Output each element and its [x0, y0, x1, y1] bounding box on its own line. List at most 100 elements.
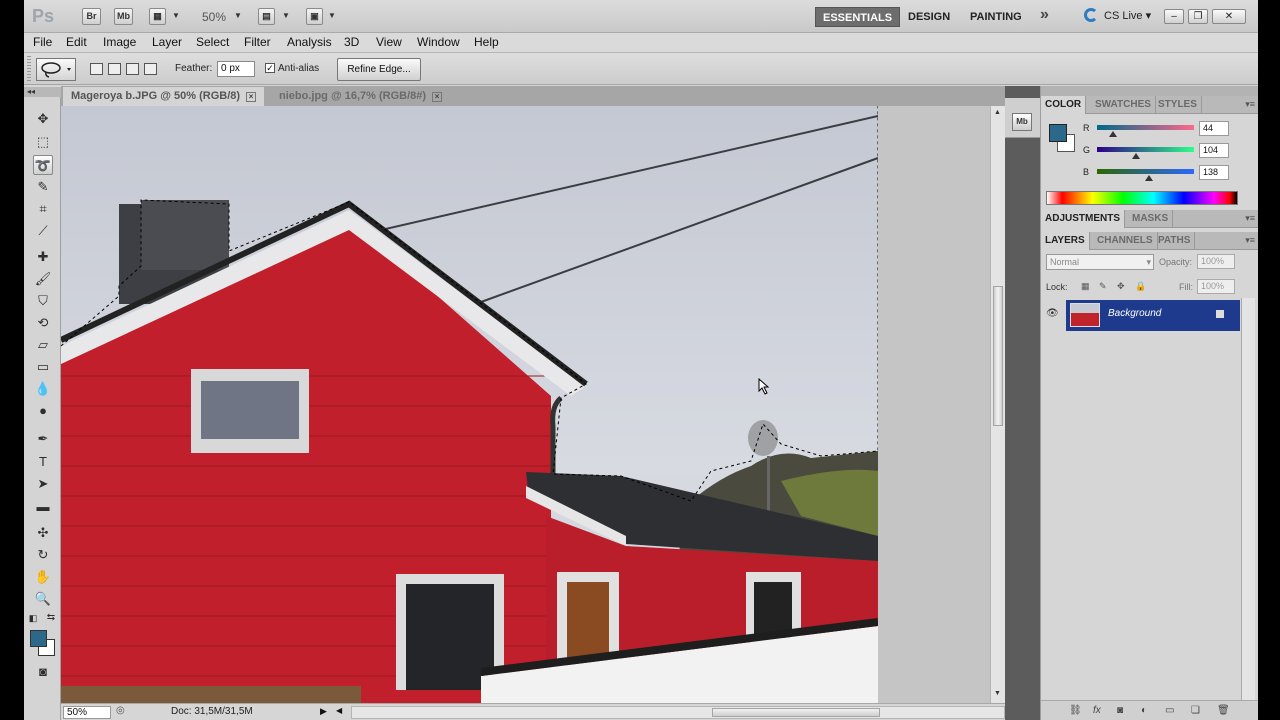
lasso-tool-icon[interactable]: ➰	[33, 155, 53, 175]
quick-selection-tool-icon[interactable]: ✎	[33, 177, 53, 197]
lock-transparency-icon[interactable]: ▦	[1081, 281, 1090, 292]
mini-bridge-panel-icon[interactable]: Mb	[1012, 113, 1032, 131]
add-mask-icon[interactable]: ◙	[1117, 705, 1123, 716]
menu-view[interactable]: View	[376, 35, 402, 49]
minimize-button[interactable]: –	[1164, 9, 1184, 24]
3d-rotate-tool-icon[interactable]: ✣	[33, 523, 53, 543]
green-value[interactable]: 104	[1199, 143, 1229, 158]
visibility-eye-icon[interactable]: 👁	[1046, 308, 1059, 319]
bridge-button[interactable]: Br	[82, 8, 101, 25]
menu-help[interactable]: Help	[474, 35, 499, 49]
menu-3d[interactable]: 3D	[344, 35, 359, 49]
lock-all-icon[interactable]: 🔒	[1135, 281, 1146, 292]
red-value[interactable]: 44	[1199, 121, 1229, 136]
mini-bridge-button[interactable]: Mb	[114, 8, 133, 25]
blue-slider[interactable]	[1097, 169, 1194, 174]
dodge-tool-icon[interactable]: ●	[33, 401, 53, 421]
blue-slider-knob[interactable]	[1145, 175, 1153, 181]
intersect-selection-icon[interactable]	[144, 63, 157, 75]
layer-row-background[interactable]: Background	[1066, 300, 1240, 331]
fill-field[interactable]: 100%	[1197, 279, 1235, 294]
3d-orbit-tool-icon[interactable]: ↻	[33, 545, 53, 565]
marquee-tool-icon[interactable]: ⬚	[33, 132, 53, 152]
vertical-scroll-thumb[interactable]	[993, 286, 1003, 426]
color-foreground-swatch[interactable]	[1049, 124, 1067, 142]
dock-header[interactable]	[1041, 86, 1258, 96]
clone-stamp-tool-icon[interactable]: ⛉	[33, 291, 53, 311]
lock-pixels-icon[interactable]: ✎	[1099, 281, 1107, 292]
link-layers-icon[interactable]: ⛓	[1069, 705, 1082, 716]
green-slider[interactable]	[1097, 147, 1194, 152]
brush-tool-icon[interactable]: 🖌	[33, 269, 53, 289]
eyedropper-tool-icon[interactable]: ⟋	[33, 221, 53, 241]
antialias-checkbox[interactable]: ✓	[265, 63, 275, 73]
green-slider-knob[interactable]	[1132, 153, 1140, 159]
add-to-selection-icon[interactable]	[108, 63, 121, 75]
panel-menu-icon[interactable]: ▾≡	[1245, 235, 1255, 246]
tab-adjustments[interactable]: ADJUSTMENTS	[1041, 210, 1126, 228]
status-menu-arrow-icon[interactable]: ▶	[320, 706, 327, 717]
horizontal-scrollbar[interactable]	[351, 706, 1005, 719]
scroll-left-icon[interactable]: ◀	[336, 706, 342, 715]
subtract-from-selection-icon[interactable]	[126, 63, 139, 75]
opacity-field[interactable]: 100%	[1197, 254, 1235, 269]
canvas-area[interactable]	[61, 106, 990, 703]
cs-live-menu[interactable]: CS Live ▾	[1104, 9, 1151, 22]
view-extras-icon[interactable]: ▦	[149, 8, 166, 25]
hand-tool-icon[interactable]: ✋	[33, 567, 53, 587]
crop-tool-icon[interactable]: ⌗	[33, 199, 53, 219]
menu-layer[interactable]: Layer	[152, 35, 182, 49]
panel-menu-icon[interactable]: ▾≡	[1245, 99, 1255, 110]
tab-niebo[interactable]: niebo.jpg @ 16,7% (RGB/8#) ×	[271, 87, 450, 106]
scroll-down-icon[interactable]: ▼	[994, 690, 1001, 697]
chevron-down-icon[interactable]: ▼	[328, 11, 336, 20]
vertical-scrollbar[interactable]: ▲ ▼	[990, 106, 1005, 703]
tab-masks[interactable]: MASKS	[1128, 210, 1174, 228]
move-tool-icon[interactable]: ✥	[33, 109, 53, 129]
close-tab-icon[interactable]: ×	[432, 92, 443, 102]
new-layer-icon[interactable]: ❏	[1191, 705, 1200, 716]
red-slider-knob[interactable]	[1109, 131, 1117, 137]
feather-input[interactable]: 0 px	[217, 61, 255, 77]
tab-mageroya[interactable]: Mageroya b.JPG @ 50% (RGB/8) ×	[63, 87, 265, 106]
default-colors-icon[interactable]: ◧	[26, 611, 40, 625]
options-bar-grip[interactable]	[27, 56, 31, 82]
tab-swatches[interactable]: SWATCHES	[1091, 96, 1156, 114]
type-tool-icon[interactable]: T	[33, 452, 53, 472]
tool-preset-picker[interactable]	[36, 58, 76, 81]
toolbox-header[interactable]: ◂◂	[24, 87, 61, 97]
chevron-down-icon[interactable]: ▼	[234, 11, 242, 20]
arrange-documents-icon[interactable]: ▤	[258, 8, 275, 25]
layer-style-icon[interactable]: fx	[1093, 705, 1101, 716]
menu-window[interactable]: Window	[417, 35, 460, 49]
path-selection-tool-icon[interactable]: ➤	[33, 474, 53, 494]
tab-layers[interactable]: LAYERS	[1041, 232, 1090, 250]
menu-select[interactable]: Select	[196, 35, 229, 49]
quick-mask-icon[interactable]: ◙	[33, 662, 53, 682]
color-spectrum-bar[interactable]	[1046, 191, 1238, 205]
restore-button[interactable]: ❐	[1188, 9, 1208, 24]
screen-mode-icon[interactable]: ▣	[306, 8, 323, 25]
swap-colors-icon[interactable]: ⇆	[44, 611, 58, 625]
zoom-level-menu[interactable]: 50%	[202, 10, 226, 24]
tab-channels[interactable]: CHANNELS	[1093, 232, 1158, 250]
panel-menu-icon[interactable]: ▾≡	[1245, 213, 1255, 224]
workspace-design[interactable]: DESIGN	[901, 7, 957, 27]
menu-analysis[interactable]: Analysis	[287, 35, 332, 49]
workspace-painting[interactable]: PAINTING	[963, 7, 1029, 27]
blend-mode-select[interactable]: Normal ▾	[1046, 254, 1154, 270]
menu-image[interactable]: Image	[103, 35, 136, 49]
pen-tool-icon[interactable]: ✒	[33, 429, 53, 449]
red-slider[interactable]	[1097, 125, 1194, 130]
refine-edge-button[interactable]: Refine Edge...	[337, 58, 421, 81]
tab-color[interactable]: COLOR	[1041, 96, 1087, 114]
blur-tool-icon[interactable]: 💧	[33, 379, 53, 399]
document-image[interactable]	[61, 106, 878, 703]
horizontal-scroll-thumb[interactable]	[712, 708, 880, 717]
lock-position-icon[interactable]: ✥	[1117, 281, 1125, 292]
zoom-tool-icon[interactable]: 🔍	[33, 589, 53, 609]
new-selection-icon[interactable]	[90, 63, 103, 75]
close-button[interactable]: ✕	[1212, 9, 1246, 24]
menu-filter[interactable]: Filter	[244, 35, 271, 49]
chevron-down-icon[interactable]: ▼	[282, 11, 290, 20]
